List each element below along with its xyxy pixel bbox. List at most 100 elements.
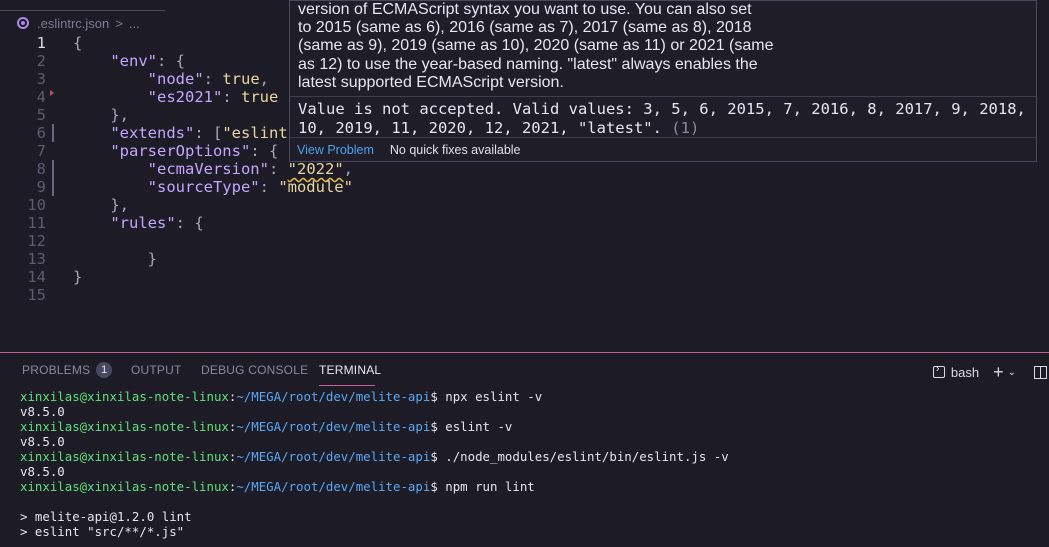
- terminal-output-line: v8.5.0: [20, 404, 65, 419]
- code-token: },: [73, 106, 129, 124]
- code-text: "ecmaVersion": "2022",: [73, 160, 353, 178]
- tab-output-label: OUTPUT: [131, 363, 182, 377]
- code-text: "extends": ["eslint: [73, 124, 288, 142]
- code-token: "node": [147, 70, 204, 88]
- breadcrumb-ellipsis[interactable]: ...: [129, 16, 140, 31]
- line-number: 5: [36, 106, 46, 124]
- code-token: : {: [175, 214, 204, 232]
- line-number: 13: [27, 250, 46, 268]
- problem-line-1: Value is not accepted. Valid values: 3, …: [298, 100, 1026, 119]
- line-number: 7: [36, 142, 46, 160]
- code-token: : {: [157, 52, 185, 70]
- code-text: },: [73, 196, 129, 214]
- code-line[interactable]: 15: [0, 286, 1049, 304]
- code-token: "rules": [110, 214, 176, 232]
- hover-problem: Value is not accepted. Valid values: 3, …: [290, 97, 1036, 137]
- tab-output[interactable]: OUTPUT: [131, 363, 182, 385]
- line-number: 4: [36, 88, 46, 106]
- code-line[interactable]: 13 }: [0, 250, 1049, 268]
- view-problem-link[interactable]: View Problem: [297, 143, 374, 157]
- terminal-icon: [932, 363, 945, 378]
- code-text: "sourceType": "module": [73, 178, 353, 196]
- code-token: : {: [250, 142, 279, 160]
- new-terminal-icon[interactable]: +: [993, 363, 1004, 381]
- code-line[interactable]: 9 "sourceType": "module": [0, 178, 1049, 196]
- code-token: "sourceType": [147, 178, 260, 196]
- code-token: "es2021": [147, 88, 223, 106]
- code-token: ,: [343, 160, 353, 178]
- code-token: "extends": [110, 124, 195, 142]
- panel-tabs: PROBLEMS 1 OUTPUT DEBUG CONSOLE TERMINAL …: [0, 353, 1049, 387]
- terminal-prompt-line: xinxilas@xinxilas-note-linux:~/MEGA/root…: [20, 389, 729, 404]
- code-text: "es2021": true: [73, 88, 279, 106]
- code-line[interactable]: 14}: [0, 268, 1049, 286]
- code-token: :: [222, 88, 241, 106]
- terminal-output[interactable]: xinxilas@xinxilas-note-linux:~/MEGA/root…: [20, 389, 729, 539]
- terminal-path: ~/MEGA/root/dev/melite-api: [236, 449, 431, 464]
- no-quick-fixes-label: No quick fixes available: [389, 142, 521, 157]
- terminal-output-line: v8.5.0: [20, 434, 65, 449]
- hover-description-line: to 2015 (same as 6), 2016 (same as 7), 2…: [298, 19, 752, 37]
- hover-description: version of ECMAScript syntax you want to…: [290, 1, 1036, 92]
- terminal-path: ~/MEGA/root/dev/melite-api: [236, 389, 431, 404]
- code-text: "parserOptions": {: [73, 142, 278, 160]
- line-number: 12: [27, 232, 46, 250]
- code-line[interactable]: 10 },: [0, 196, 1049, 214]
- terminal-command: ./node_modules/eslint/bin/eslint.js -v: [437, 449, 729, 464]
- terminal-output-line: ​: [20, 494, 729, 509]
- tab-terminal-label: TERMINAL: [319, 363, 382, 377]
- code-token: }: [73, 250, 157, 268]
- terminal-user: xinxilas@xinxilas-note-linux: [20, 479, 229, 494]
- code-token: "2022": [287, 160, 344, 178]
- code-line[interactable]: 12: [0, 232, 1049, 250]
- chevron-down-icon[interactable]: ⌄: [1008, 367, 1016, 378]
- terminal-output-line: > eslint "src/**/*.js": [20, 524, 185, 539]
- terminal-command: eslint -v: [437, 419, 513, 434]
- code-token: {: [73, 34, 83, 52]
- code-token: :: [203, 70, 223, 88]
- code-token: true: [222, 70, 260, 88]
- code-token: "eslint: [222, 124, 288, 142]
- code-token: "parserOptions": [110, 142, 251, 160]
- code-token: ,: [259, 70, 269, 88]
- tab-problems[interactable]: PROBLEMS 1: [22, 362, 113, 385]
- terminal-dollar: $: [430, 419, 438, 434]
- code-text: "env": {: [73, 52, 185, 70]
- tab-terminal[interactable]: TERMINAL: [319, 363, 381, 386]
- shell-selector[interactable]: bash: [951, 365, 979, 380]
- line-number: 15: [27, 286, 46, 304]
- terminal-prompt-line: xinxilas@xinxilas-note-linux:~/MEGA/root…: [20, 479, 729, 494]
- split-terminal-icon[interactable]: [1034, 365, 1047, 379]
- breadcrumb-file[interactable]: .eslintrc.json: [37, 16, 109, 31]
- line-number: 2: [36, 52, 46, 70]
- line-number: 8: [36, 160, 46, 178]
- code-token: :: [268, 160, 288, 178]
- line-number: 14: [27, 268, 46, 286]
- terminal-actions: bash + ⌄: [932, 362, 1049, 382]
- code-token: : [: [194, 124, 223, 142]
- terminal-output-line: v8.5.0: [20, 464, 65, 479]
- gutter-modified-marker: [52, 178, 54, 196]
- code-line[interactable]: 11 "rules": {: [0, 214, 1049, 232]
- terminal-prompt-line: xinxilas@xinxilas-note-linux:~/MEGA/root…: [20, 449, 729, 464]
- terminal-dollar: $: [430, 389, 438, 404]
- code-token: }: [73, 268, 83, 286]
- line-number: 6: [36, 124, 46, 142]
- code-token: "env": [110, 52, 157, 70]
- hover-description-line: (same as 9), 2019 (same as 10), 2020 (sa…: [298, 37, 774, 55]
- tab-debug-console[interactable]: DEBUG CONSOLE: [201, 363, 308, 385]
- terminal-command: npm run lint: [437, 479, 535, 494]
- hover-description-line: as 12) to use the year-based naming. "la…: [298, 55, 758, 73]
- gutter-modified-marker: [52, 124, 54, 142]
- code-text: }: [73, 268, 82, 286]
- breadcrumb: .eslintrc.json > ...: [0, 12, 300, 34]
- terminal-user: xinxilas@xinxilas-note-linux: [20, 449, 229, 464]
- terminal-output-line: > melite-api@1.2.0 lint: [20, 509, 192, 524]
- problem-code[interactable]: (1): [671, 119, 699, 137]
- code-line[interactable]: 8 "ecmaVersion": "2022",: [0, 160, 1049, 178]
